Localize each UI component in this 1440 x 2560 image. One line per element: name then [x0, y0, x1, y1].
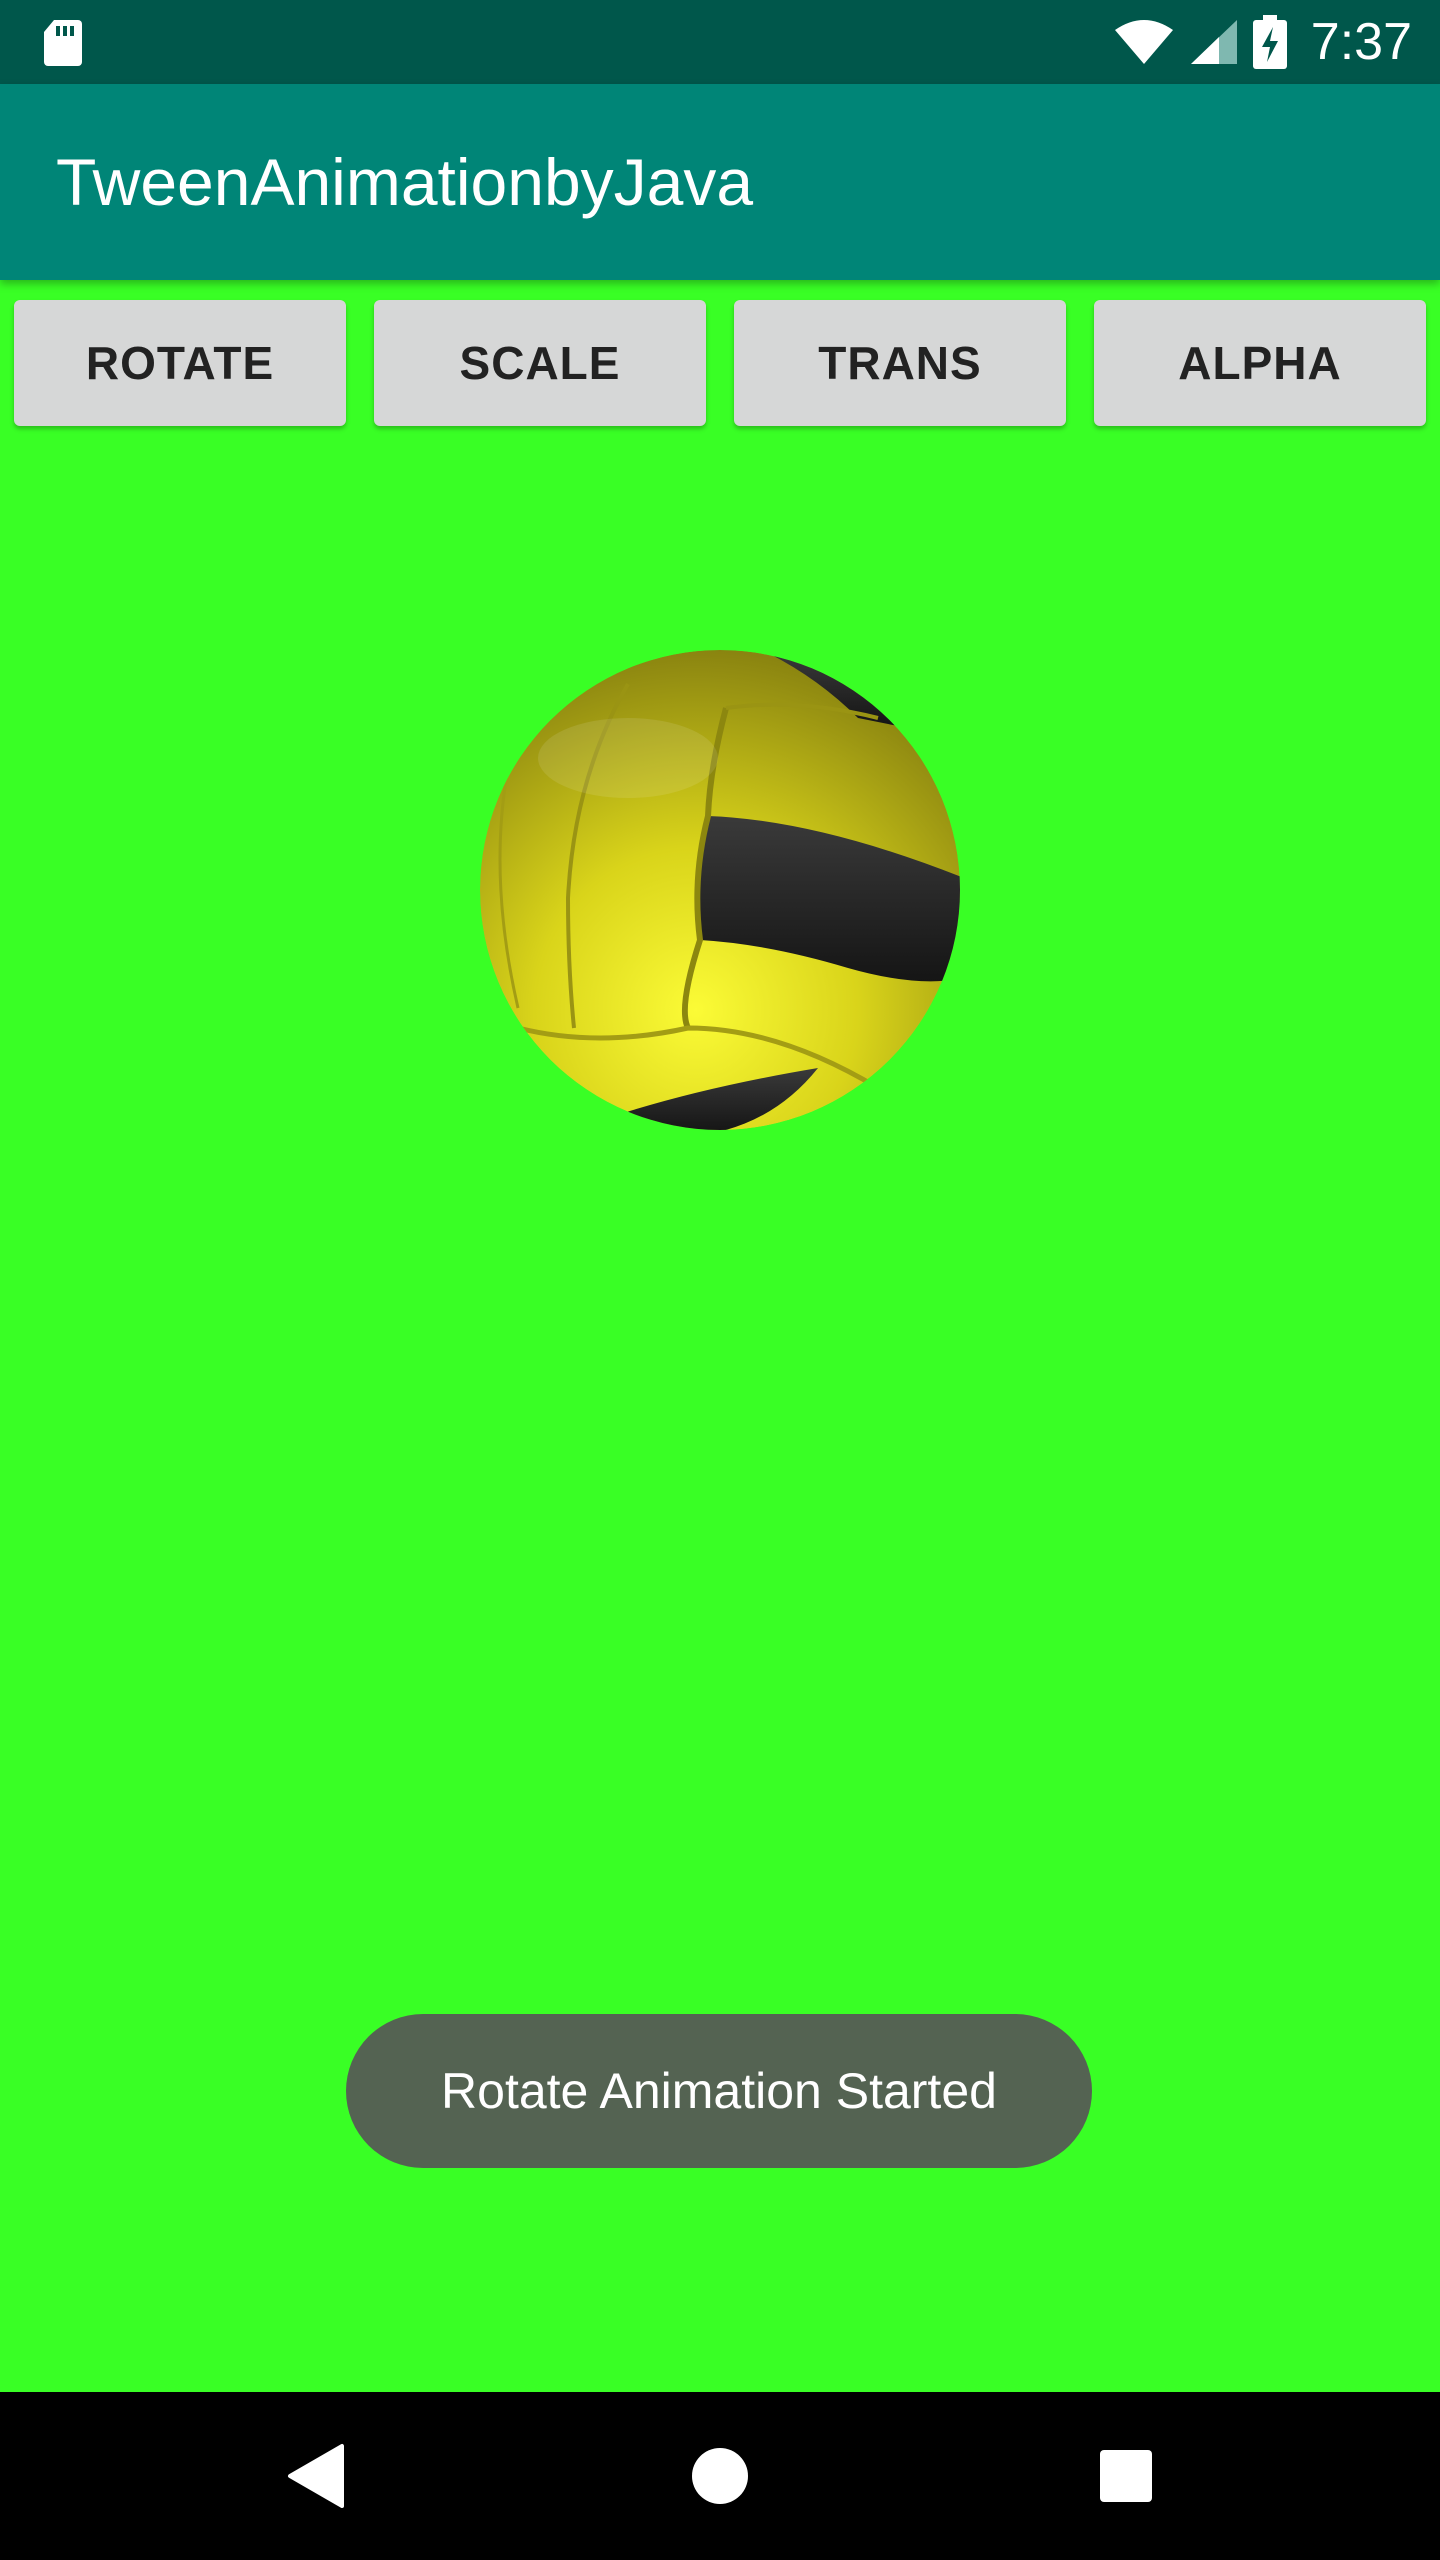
volleyball-image	[480, 650, 960, 1130]
cell-signal-icon	[1190, 20, 1237, 64]
scale-button[interactable]: SCALE	[374, 300, 706, 426]
button-row: ROTATE SCALE TRANS ALPHA	[0, 300, 1440, 428]
recent-apps-button[interactable]	[1066, 2392, 1186, 2560]
back-button[interactable]	[256, 2392, 376, 2560]
battery-charging-icon	[1252, 15, 1287, 69]
back-icon	[288, 2444, 344, 2508]
trans-button[interactable]: TRANS	[734, 300, 1066, 426]
wifi-icon	[1114, 20, 1173, 64]
status-bar: 7:37	[0, 0, 1440, 84]
status-icons: 7:37	[1113, 0, 1412, 84]
home-button[interactable]	[660, 2392, 780, 2560]
app-bar: TweenAnimationbyJava	[0, 84, 1440, 280]
sd-card-icon	[44, 20, 82, 66]
rotate-button[interactable]: ROTATE	[14, 300, 346, 426]
toast-message: Rotate Animation Started	[346, 2014, 1092, 2168]
navigation-bar	[0, 2392, 1440, 2560]
home-icon	[692, 2448, 748, 2504]
app-title: TweenAnimationbyJava	[56, 145, 754, 219]
status-time: 7:37	[1310, 13, 1412, 71]
alpha-button[interactable]: ALPHA	[1094, 300, 1426, 426]
recent-apps-icon	[1100, 2450, 1152, 2502]
